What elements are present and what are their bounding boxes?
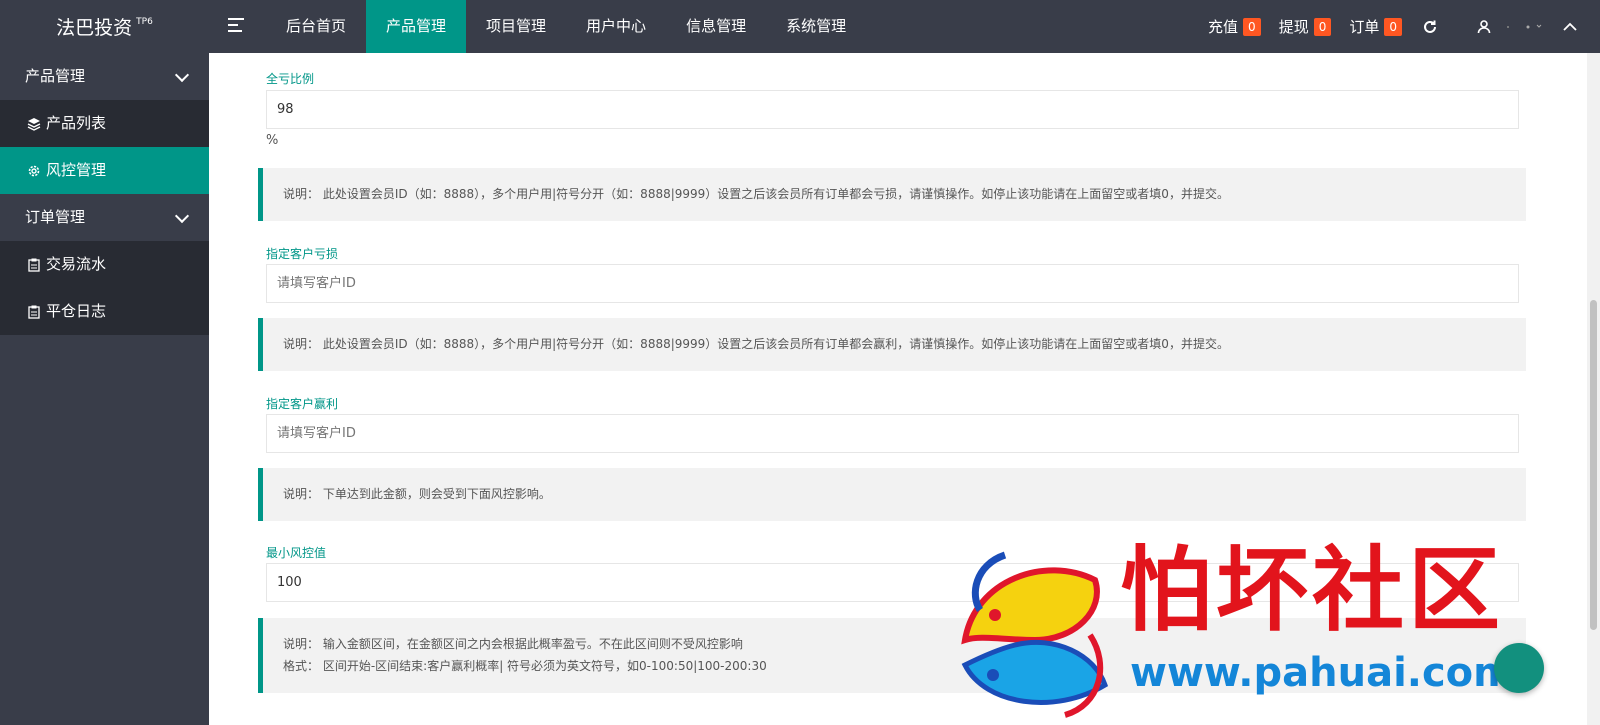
orders-label: 订单 [1349, 18, 1380, 36]
collapse-up-icon[interactable] [1560, 17, 1580, 37]
app-logo[interactable]: 法巴投资 TP6 [0, 0, 209, 53]
header-tools: 充值 0 提现 0 订单 0 [1190, 0, 1580, 53]
note-win-users: 说明： 此处设置会员ID（如：8888），多个用户用|符号分开（如：8888|9… [258, 318, 1526, 371]
recharge-badge: 0 [1243, 17, 1261, 36]
logo-sup: TP6 [136, 16, 153, 27]
note-text: 说明： 此处设置会员ID（如：8888），多个用户用|符号分开（如：8888|9… [283, 337, 1229, 351]
scrollbar-thumb[interactable] [1590, 300, 1597, 630]
orders-badge: 0 [1384, 17, 1402, 36]
chevron-down-icon [174, 208, 190, 224]
recharge-label: 充值 [1208, 18, 1239, 36]
sidebar-item-risk-control[interactable]: 风控管理 [0, 147, 209, 194]
watermark-text: 怕坏社区 [1120, 536, 1505, 644]
scrollbar[interactable] [1587, 53, 1600, 725]
loss-users-input[interactable] [266, 264, 1519, 303]
sidebar: 产品管理 产品列表 风控管理 订单管理 交易流水 平仓日志 [0, 53, 209, 725]
nav-item-projects[interactable]: 项目管理 [466, 0, 566, 53]
withdraw-label: 提现 [1278, 18, 1309, 36]
note-text: 说明： 此处设置会员ID（如：8888），多个用户用|符号分开（如：8888|9… [283, 187, 1229, 201]
chevron-down-icon [174, 67, 190, 83]
sidebar-item-close-log[interactable]: 平仓日志 [0, 288, 209, 335]
min-risk-label: 最小风控值 [266, 546, 327, 560]
sidebar-item-label: 平仓日志 [46, 302, 107, 320]
win-users-label: 指定客户赢利 [266, 397, 339, 411]
watermark-url: www.pahuai.com [1130, 650, 1515, 696]
sidebar-item-label: 风控管理 [46, 161, 107, 179]
layers-icon [27, 117, 41, 131]
loss-ratio-label: 全亏比例 [266, 72, 315, 86]
note-text: 说明： 下单达到此金额，则会受到下面风控影响。 [283, 487, 551, 501]
orders-link[interactable]: 订单 0 [1349, 16, 1402, 37]
withdraw-badge: 0 [1313, 17, 1332, 36]
top-nav: 后台首页 产品管理 项目管理 用户中心 信息管理 系统管理 [266, 0, 866, 53]
refresh-icon[interactable] [1420, 17, 1440, 37]
note-min-amount: 说明： 下单达到此金额，则会受到下面风控影响。 [258, 468, 1526, 521]
logo-text: 法巴投资 [56, 17, 133, 39]
note-loss-users: 说明： 此处设置会员ID（如：8888），多个用户用|符号分开（如：8888|9… [258, 168, 1526, 221]
sidebar-group-label: 订单管理 [25, 208, 86, 226]
recharge-link[interactable]: 充值 0 [1208, 16, 1261, 37]
sidebar-group-label: 产品管理 [25, 67, 86, 85]
sidebar-group-products[interactable]: 产品管理 [0, 53, 209, 100]
loss-ratio-input[interactable] [266, 90, 1519, 129]
withdraw-link[interactable]: 提现 0 [1279, 16, 1332, 37]
floating-action-button[interactable] [1494, 643, 1544, 693]
sidebar-item-label: 交易流水 [46, 255, 107, 273]
sidebar-group-orders[interactable]: 订单管理 [0, 194, 209, 241]
gear-icon [27, 164, 41, 178]
sidebar-item-transactions[interactable]: 交易流水 [0, 241, 209, 288]
user-icon[interactable] [1474, 17, 1494, 37]
clipboard-icon [27, 258, 41, 272]
loss-users-label: 指定客户亏损 [266, 247, 339, 261]
nav-item-products[interactable]: 产品管理 [366, 0, 467, 53]
top-bar: 法巴投资 TP6 后台首页 产品管理 项目管理 用户中心 信息管理 系统管理 充值… [0, 0, 1600, 53]
nav-item-info[interactable]: 信息管理 [666, 0, 766, 53]
clipboard-icon [27, 305, 41, 319]
user-menu-icon[interactable] [1502, 17, 1542, 37]
sidebar-item-label: 产品列表 [46, 114, 107, 132]
percent-unit: % [266, 133, 279, 148]
sidebar-item-product-list[interactable]: 产品列表 [0, 100, 209, 147]
nav-item-system[interactable]: 系统管理 [766, 0, 866, 53]
nav-item-home[interactable]: 后台首页 [266, 0, 366, 53]
win-users-input[interactable] [266, 414, 1519, 453]
nav-item-users[interactable]: 用户中心 [566, 0, 666, 53]
menu-toggle-icon[interactable] [228, 18, 244, 34]
watermark-logo-icon [961, 551, 1109, 718]
